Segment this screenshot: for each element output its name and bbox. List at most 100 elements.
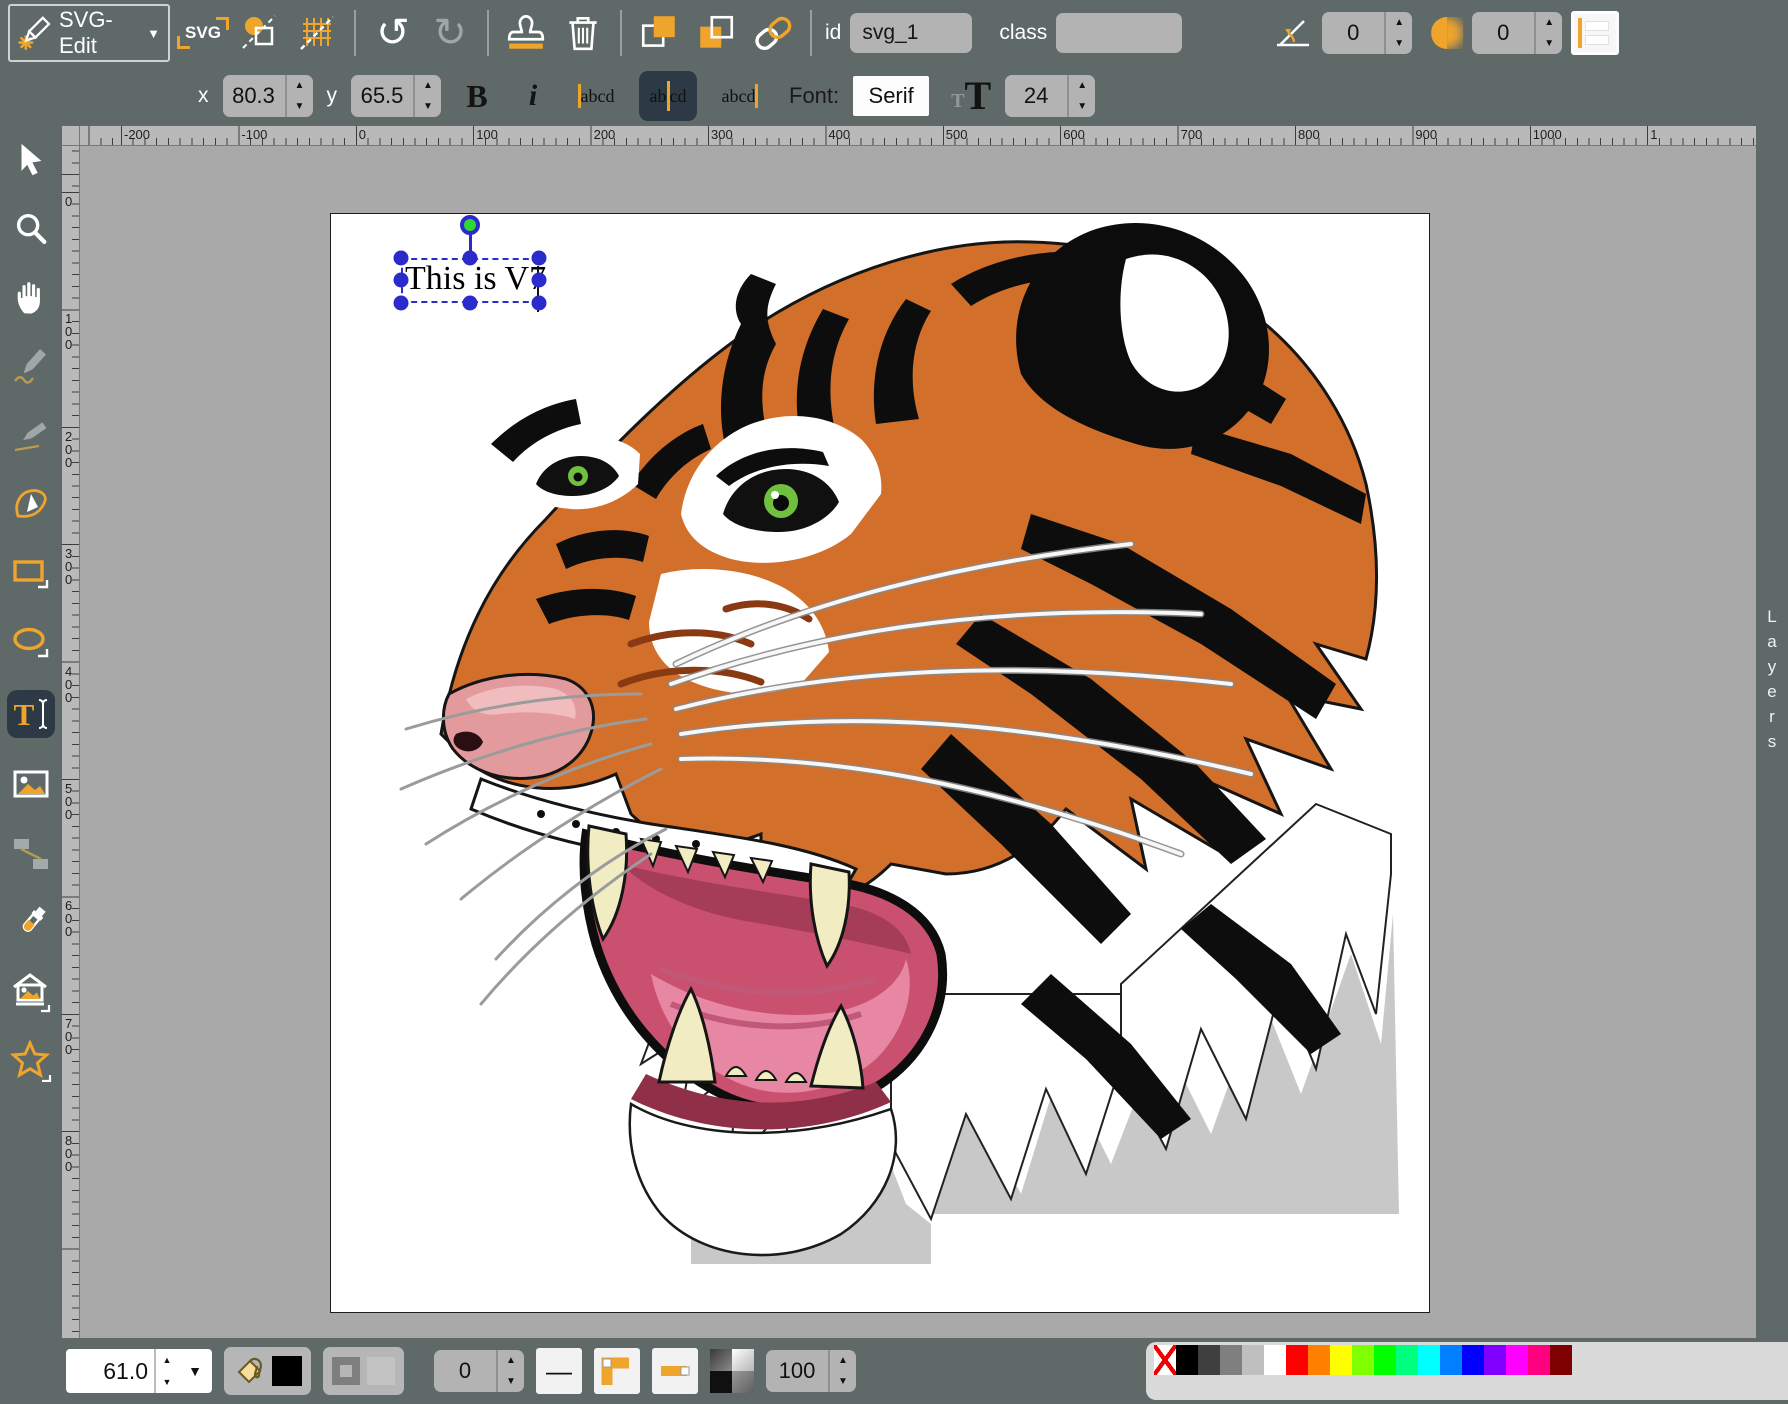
line-tool-button[interactable] [7, 414, 55, 458]
shape-library-button[interactable] [7, 970, 55, 1014]
selection-handle-ne[interactable] [532, 251, 547, 266]
opacity-arrows[interactable]: ▲ ▼ [828, 1350, 856, 1392]
tiger-drawing[interactable] [331, 214, 1431, 1314]
rotate-handle[interactable] [460, 215, 480, 235]
make-link-button[interactable] [749, 7, 797, 59]
rectangle-tool-button[interactable] [7, 552, 55, 596]
selection-handle-s[interactable] [463, 296, 478, 311]
eyedropper-tool-button[interactable] [7, 901, 55, 945]
palette-swatch-none[interactable] [1154, 1345, 1176, 1375]
bold-button[interactable]: B [455, 78, 499, 115]
spinner-down-icon[interactable]: ▼ [1069, 96, 1095, 117]
palette-swatch[interactable] [1374, 1345, 1396, 1375]
stroke-linejoin-button[interactable] [594, 1348, 640, 1394]
blur-arrows[interactable]: ▲ ▼ [1534, 12, 1562, 54]
text-anchor-middle-button[interactable]: abcd [639, 71, 697, 121]
palette-swatch[interactable] [1550, 1345, 1572, 1375]
palette-swatch[interactable] [1418, 1345, 1440, 1375]
clone-button[interactable] [502, 7, 550, 59]
spinner-up-icon[interactable]: ▲ [156, 1349, 178, 1371]
rotation-angle-arrows[interactable]: ▲ ▼ [1384, 12, 1412, 54]
selection-handle-se[interactable] [532, 296, 547, 311]
zoom-tool-button[interactable] [7, 207, 55, 251]
delete-button[interactable] [559, 7, 607, 59]
palette-swatch[interactable] [1286, 1345, 1308, 1375]
text-anchor-end-button[interactable]: abcd [711, 71, 769, 121]
x-coordinate-value[interactable]: 80.3 [223, 75, 285, 117]
opacity-value[interactable]: 100 [766, 1350, 828, 1392]
palette-swatch[interactable] [1308, 1345, 1330, 1375]
font-size-value[interactable]: 24 [1005, 75, 1067, 117]
selection-handle-sw[interactable] [394, 296, 409, 311]
opacity-spinner[interactable]: 100 ▲ ▼ [766, 1350, 856, 1392]
font-family-button[interactable]: Serif [853, 76, 929, 116]
stroke-width-spinner[interactable]: 0 ▲ ▼ [434, 1350, 524, 1392]
element-class-input[interactable] [1056, 13, 1182, 53]
blur-spinner[interactable]: 0 ▲ ▼ [1472, 12, 1562, 54]
svg-canvas[interactable]: This is V7 [330, 213, 1430, 1313]
selection-handle-nw[interactable] [394, 251, 409, 266]
spinner-up-icon[interactable]: ▲ [830, 1350, 856, 1371]
fill-color-control[interactable] [224, 1347, 311, 1395]
zoom-dropdown-icon[interactable]: ▼ [178, 1363, 212, 1379]
spinner-up-icon[interactable]: ▲ [498, 1350, 524, 1371]
spinner-down-icon[interactable]: ▼ [1386, 33, 1412, 54]
star-tool-button[interactable] [7, 1039, 55, 1083]
grid-snap-button[interactable] [293, 7, 341, 59]
spinner-down-icon[interactable]: ▼ [287, 96, 313, 117]
italic-button[interactable]: i [513, 79, 553, 113]
palette-swatch[interactable] [1176, 1345, 1198, 1375]
spinner-down-icon[interactable]: ▼ [498, 1371, 524, 1392]
rotation-angle-value[interactable]: 0 [1322, 12, 1384, 54]
ellipse-tool-button[interactable] [7, 621, 55, 665]
zoom-arrows[interactable]: ▲ ▼ [154, 1349, 178, 1393]
selection-handle-w[interactable] [394, 273, 409, 288]
spinner-down-icon[interactable]: ▼ [415, 96, 441, 117]
element-id-input[interactable]: svg_1 [850, 13, 972, 53]
path-tool-button[interactable] [7, 483, 55, 527]
palette-swatch[interactable] [1506, 1345, 1528, 1375]
palette-swatch[interactable] [1396, 1345, 1418, 1375]
palette-swatch[interactable] [1220, 1345, 1242, 1375]
wireframe-mode-button[interactable] [236, 7, 284, 59]
spinner-down-icon[interactable]: ▼ [1536, 33, 1562, 54]
redo-button[interactable]: ↻ [426, 7, 474, 59]
move-to-front-button[interactable] [635, 7, 683, 59]
move-to-back-button[interactable] [692, 7, 740, 59]
fill-color-swatch[interactable] [272, 1356, 302, 1386]
select-tool-button[interactable] [7, 138, 55, 182]
stroke-color-control[interactable] [323, 1347, 404, 1395]
zoom-control[interactable]: 61.0 ▲ ▼ ▼ [66, 1349, 212, 1393]
rotation-angle-spinner[interactable]: 0 ▲ ▼ [1322, 12, 1412, 54]
blur-value[interactable]: 0 [1472, 12, 1534, 54]
palette-swatch[interactable] [1528, 1345, 1550, 1375]
spinner-down-icon[interactable]: ▼ [156, 1371, 178, 1393]
palette-swatch[interactable] [1440, 1345, 1462, 1375]
spinner-up-icon[interactable]: ▲ [1386, 12, 1412, 33]
palette-swatch[interactable] [1198, 1345, 1220, 1375]
spinner-up-icon[interactable]: ▲ [415, 75, 441, 96]
source-editor-button[interactable]: SVG [179, 7, 227, 59]
x-arrows[interactable]: ▲ ▼ [285, 75, 313, 117]
spinner-up-icon[interactable]: ▲ [287, 75, 313, 96]
palette-swatch[interactable] [1462, 1345, 1484, 1375]
stroke-linecap-button[interactable] [652, 1348, 698, 1394]
undo-button[interactable]: ↺ [369, 7, 417, 59]
spinner-up-icon[interactable]: ▲ [1536, 12, 1562, 33]
main-menu-button[interactable]: SVG-Edit ▼ [8, 4, 170, 62]
selected-text-element[interactable]: This is V7 [405, 260, 546, 298]
selection-handle-e[interactable] [532, 273, 547, 288]
y-coordinate-value[interactable]: 65.5 [351, 75, 413, 117]
pencil-tool-button[interactable] [7, 345, 55, 389]
palette-swatch[interactable] [1330, 1345, 1352, 1375]
stroke-width-value[interactable]: 0 [434, 1350, 496, 1392]
image-tool-button[interactable] [7, 763, 55, 807]
palette-swatch[interactable] [1484, 1345, 1506, 1375]
font-size-spinner[interactable]: 24 ▲ ▼ [1005, 75, 1095, 117]
palette-swatch[interactable] [1242, 1345, 1264, 1375]
workspace[interactable]: This is V7 [80, 146, 1756, 1338]
align-panel-button[interactable] [1571, 11, 1619, 55]
spinner-down-icon[interactable]: ▼ [830, 1371, 856, 1392]
palette-swatch[interactable] [1352, 1345, 1374, 1375]
stroke-color-swatch[interactable] [367, 1357, 395, 1385]
